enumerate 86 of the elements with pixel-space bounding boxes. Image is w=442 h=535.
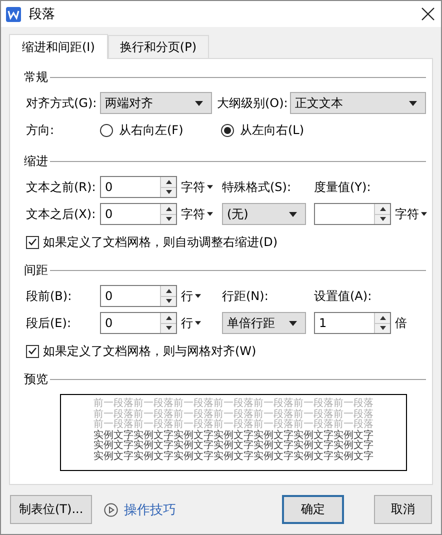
preview-text: 前一段落前一段落前一段落前一段落前一段落前一段落前一段落 <box>94 399 374 409</box>
spin-up-button[interactable] <box>375 313 390 322</box>
checkbox-label: 如果定义了文档网格，则自动调整右缩进(D) <box>43 234 278 250</box>
up-triangle-icon <box>166 316 172 320</box>
field-label: 文本之后(X): <box>26 206 97 222</box>
dropdown[interactable]: 单倍行距 <box>222 312 306 334</box>
tab[interactable]: 换行和分页(P) <box>108 35 209 58</box>
radio-option[interactable]: 从左向右(L) <box>221 122 304 138</box>
up-triangle-icon <box>166 206 172 211</box>
up-triangle-icon <box>380 316 386 320</box>
field-label: 度量值(Y): <box>314 178 372 196</box>
down-triangle-icon <box>380 326 386 330</box>
close-icon[interactable] <box>421 7 435 21</box>
play-icon <box>104 502 118 516</box>
down-triangle-icon <box>380 217 386 222</box>
ok-button[interactable]: 确定 <box>282 495 344 524</box>
radio-option[interactable]: 从右向左(F) <box>100 122 221 138</box>
spin-up-button[interactable] <box>375 204 390 214</box>
caret-icon <box>289 212 297 216</box>
cancel-button[interactable]: 取消 <box>374 495 432 524</box>
spin-down-button[interactable] <box>161 322 176 333</box>
spin-field[interactable]: 0 <box>100 312 177 334</box>
preview-text: 前一段落前一段落前一段落前一段落前一段落前一段落前一段落 <box>94 420 374 430</box>
up-triangle-icon <box>380 206 386 211</box>
preview-text: 实例文字实例文字实例文字实例文字实例文字实例文字实例文字 <box>94 430 374 440</box>
preview-text: 实例文字实例文字实例文字实例文字实例文字实例文字实例文字 <box>94 441 374 451</box>
down-triangle-icon <box>166 217 172 222</box>
caret-icon <box>409 100 417 106</box>
field-label: 段前(B): <box>26 288 73 304</box>
checkbox-label: 如果定义了文档网格，则与网格对齐(W) <box>43 342 256 360</box>
caret-icon <box>195 100 203 106</box>
dropdown[interactable]: 两端对齐 <box>100 92 212 114</box>
unit-dropdown[interactable]: 字符 <box>392 206 427 222</box>
section-heading: 常规 <box>24 68 48 86</box>
spin-down-button[interactable] <box>375 214 390 224</box>
section-heading: 预览 <box>24 370 48 388</box>
unit-dropdown[interactable]: 行 <box>178 288 222 304</box>
section-heading: 间距 <box>24 262 48 278</box>
down-triangle-icon <box>166 299 172 304</box>
window-title: 段落 <box>29 6 56 23</box>
checkbox[interactable] <box>26 344 39 358</box>
field-label: 文本之前(R): <box>26 178 97 196</box>
up-triangle-icon <box>166 180 172 184</box>
caret-icon <box>207 185 213 189</box>
tips-link[interactable]: 操作技巧 <box>104 500 176 518</box>
field-label: 方向: <box>26 122 56 138</box>
spin-down-button[interactable] <box>375 322 390 333</box>
field-label: 行距(N): <box>222 288 270 304</box>
spin-up-button[interactable] <box>161 313 176 322</box>
up-triangle-icon <box>166 288 172 293</box>
field-label: 段后(E): <box>26 314 72 332</box>
spin-down-button[interactable] <box>161 214 176 224</box>
field-label: 设置值(A): <box>314 288 373 304</box>
down-triangle-icon <box>166 190 172 194</box>
preview-text: 前一段落前一段落前一段落前一段落前一段落前一段落前一段落 <box>94 410 374 420</box>
spin-up-button[interactable] <box>161 286 176 296</box>
section-heading: 缩进 <box>24 152 48 170</box>
field-label: 特殊格式(S): <box>222 178 292 196</box>
spin-up-button[interactable] <box>161 204 176 214</box>
caret-icon <box>421 212 427 216</box>
spin-field[interactable]: 0 <box>100 203 177 225</box>
spin-down-button[interactable] <box>161 296 176 306</box>
checkbox[interactable] <box>26 236 39 248</box>
app-logo-icon <box>6 6 21 22</box>
unit-label: 倍 <box>394 314 408 332</box>
tab-stops-button[interactable]: 制表位(T)... <box>10 495 92 524</box>
caret-icon <box>207 212 213 216</box>
spin-field[interactable]: 0 <box>100 176 177 198</box>
dropdown[interactable]: 正文文本 <box>290 92 426 114</box>
spin-down-button[interactable] <box>161 186 176 197</box>
unit-dropdown[interactable]: 行 <box>178 314 222 332</box>
caret-icon <box>195 294 201 298</box>
dropdown[interactable]: (无) <box>222 203 306 225</box>
unit-dropdown[interactable]: 字符 <box>178 178 222 196</box>
field-label: 大纲级别(O): <box>217 94 288 112</box>
spin-field[interactable] <box>314 203 391 225</box>
caret-icon <box>289 320 297 326</box>
unit-dropdown[interactable]: 字符 <box>178 206 222 222</box>
preview-text: 实例文字实例文字实例文字实例文字实例文字实例文字实例文字 <box>94 452 374 462</box>
spin-field[interactable]: 1 <box>314 312 391 334</box>
spin-field[interactable]: 0 <box>100 285 177 307</box>
field-label: 对齐方式(G): <box>26 94 98 112</box>
down-triangle-icon <box>166 326 172 330</box>
tab[interactable]: 缩进和间距(I) <box>9 34 108 59</box>
caret-icon <box>195 321 201 325</box>
spin-up-button[interactable] <box>161 177 176 186</box>
